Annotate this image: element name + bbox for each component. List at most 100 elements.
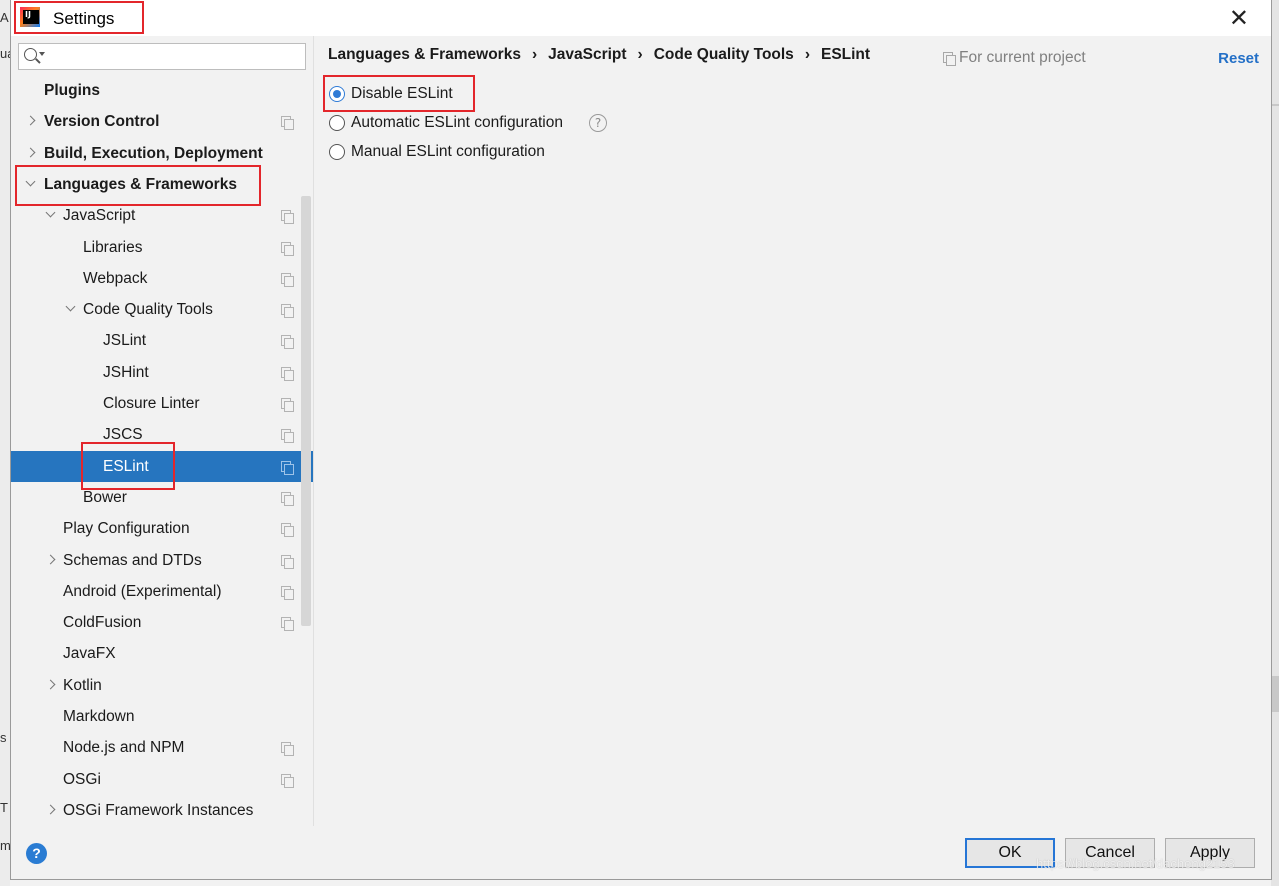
radio-button[interactable] <box>329 144 345 160</box>
window-title: Settings <box>53 9 115 28</box>
chevron-down-icon[interactable] <box>39 52 45 56</box>
tree-item[interactable]: Markdown <box>11 701 313 732</box>
project-scope-icon <box>281 742 294 757</box>
scope-label: For current project <box>959 49 1086 66</box>
question-help-icon[interactable]: ? <box>589 114 607 132</box>
project-scope-icon <box>281 366 294 381</box>
title-bar[interactable]: Settings ✕ <box>11 0 1271 36</box>
project-scope-icon <box>281 116 294 131</box>
apply-button[interactable]: Apply <box>1165 838 1255 868</box>
chevron-right-icon[interactable] <box>25 106 37 137</box>
eslint-settings-page: Languages & Frameworks › JavaScript › Code Q… <box>315 36 1271 826</box>
breadcrumb-separator: › <box>804 46 810 63</box>
project-scope-icon <box>281 585 294 600</box>
tree-item[interactable]: Build, Execution, Deployment <box>11 138 313 169</box>
project-scope-icon <box>281 429 294 444</box>
tree-item-label: Code Quality Tools <box>83 301 213 319</box>
tree-item[interactable]: Android (Experimental) <box>11 576 313 607</box>
tree-item[interactable]: JSCS <box>11 419 313 450</box>
radio-button[interactable] <box>329 115 345 131</box>
project-scope-icon <box>281 523 294 538</box>
tree-item-label: JSHint <box>103 363 149 381</box>
tree-item-label: JSCS <box>103 426 143 444</box>
radio-button[interactable] <box>329 86 345 102</box>
chevron-right-icon[interactable] <box>45 545 57 576</box>
project-scope-icon <box>281 304 294 319</box>
tree-item-label: ESLint <box>103 457 149 475</box>
tree-item[interactable]: ColdFusion <box>11 607 313 638</box>
radio-label[interactable]: Automatic ESLint configuration <box>351 111 563 135</box>
tree-item-label: Languages & Frameworks <box>44 175 237 193</box>
project-scope-icon <box>281 773 294 788</box>
tree-item-label: Markdown <box>63 708 135 725</box>
tree-item[interactable]: ESLint <box>11 450 313 482</box>
intellij-logo-icon <box>20 7 40 27</box>
tree-item-label: Build, Execution, Deployment <box>44 144 263 162</box>
chevron-down-icon[interactable] <box>65 294 77 325</box>
project-scope-icon <box>281 617 294 632</box>
breadcrumb: Languages & Frameworks › JavaScript › Code Q… <box>328 46 870 64</box>
project-scope-icon <box>281 272 294 287</box>
search-icon[interactable] <box>24 48 37 61</box>
radio-label[interactable]: Manual ESLint configuration <box>351 140 545 164</box>
reset-link[interactable]: Reset <box>1218 50 1259 67</box>
tree-item[interactable]: Libraries <box>11 232 313 263</box>
project-scope-icon <box>281 335 294 350</box>
chevron-down-icon[interactable] <box>25 169 37 200</box>
tree-item[interactable]: JavaFX <box>11 638 313 669</box>
tree-item-label: OSGi <box>63 770 101 788</box>
tree-item[interactable]: JavaScript <box>11 200 313 231</box>
chevron-down-icon[interactable] <box>45 200 57 231</box>
tree-item[interactable]: JSLint <box>11 325 313 356</box>
chevron-right-icon[interactable] <box>45 670 57 701</box>
tree-item[interactable]: Languages & Frameworks <box>11 169 313 200</box>
tree-item[interactable]: Schemas and DTDs <box>11 545 313 576</box>
settings-tree-panel: Plugins Version Control Build, Execution, … <box>11 36 314 826</box>
tree-item-label: Android (Experimental) <box>63 582 222 600</box>
tree-item-label: Node.js and NPM <box>63 739 185 757</box>
tree-item[interactable]: Node.js and NPM <box>11 732 313 763</box>
tree-item[interactable]: Play Configuration <box>11 513 313 544</box>
background-text-fragment: A <box>0 10 9 25</box>
tree-item[interactable]: JSHint <box>11 357 313 388</box>
search-input[interactable] <box>49 46 299 67</box>
project-scope-icon <box>281 554 294 569</box>
tree-item[interactable]: Webpack <box>11 263 313 294</box>
tree-item-label: Kotlin <box>63 676 102 694</box>
tree-item[interactable]: Closure Linter <box>11 388 313 419</box>
tree-item-label: Play Configuration <box>63 520 190 538</box>
tree-item-label: Bower <box>83 488 127 506</box>
project-scope-icon <box>943 52 956 66</box>
tree-scrollbar-thumb[interactable] <box>301 196 311 626</box>
scope-indicator: For current project <box>943 49 1086 67</box>
cancel-button[interactable]: Cancel <box>1065 838 1155 868</box>
chevron-right-icon[interactable] <box>25 138 37 169</box>
background-text-fragment: s <box>0 730 7 745</box>
tree-item-label: OSGi Framework Instances <box>63 801 254 819</box>
settings-dialog: Settings ✕ Plugins Version Control Build, … <box>10 0 1272 880</box>
tree-item[interactable]: Version Control <box>11 106 313 137</box>
tree-item[interactable]: Bower <box>11 482 313 513</box>
radio-label[interactable]: Disable ESLint <box>351 82 453 106</box>
project-scope-icon <box>281 398 294 412</box>
close-icon[interactable]: ✕ <box>1229 4 1249 32</box>
help-icon[interactable]: ? <box>26 843 47 864</box>
tree-item-label: Closure Linter <box>103 395 200 412</box>
tree-item[interactable]: OSGi Framework Instances <box>11 795 313 826</box>
breadcrumb-item: Code Quality Tools <box>653 46 794 63</box>
project-scope-icon <box>281 460 294 475</box>
ok-button[interactable]: OK <box>965 838 1055 868</box>
tree-item-label: JSLint <box>103 332 147 350</box>
background-window-edge-right <box>1271 0 1279 886</box>
settings-search[interactable] <box>18 43 306 70</box>
tree-item[interactable]: Kotlin <box>11 670 313 701</box>
tree-item-label: ColdFusion <box>63 614 142 632</box>
tree-scrollbar[interactable] <box>301 196 311 666</box>
tree-item[interactable]: Code Quality Tools <box>11 294 313 325</box>
breadcrumb-item: JavaScript <box>548 46 627 63</box>
tree-item-label: Schemas and DTDs <box>63 551 202 569</box>
tree-item[interactable]: Plugins <box>11 75 313 106</box>
chevron-right-icon[interactable] <box>45 795 57 826</box>
tree-item-label: JavaScript <box>63 207 136 225</box>
tree-item[interactable]: OSGi <box>11 764 313 795</box>
